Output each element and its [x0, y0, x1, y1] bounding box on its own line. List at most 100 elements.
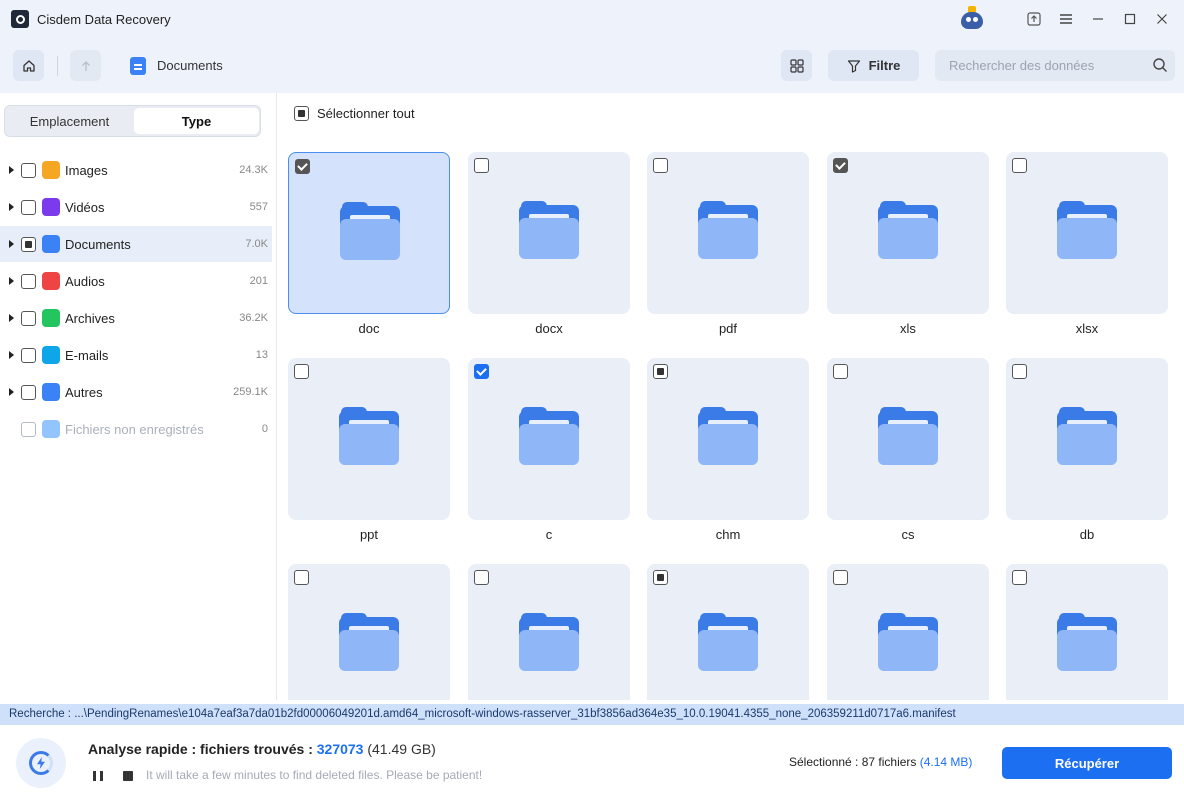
folder-tile[interactable]	[1006, 564, 1168, 700]
expand-arrow-icon[interactable]	[9, 351, 14, 359]
close-icon[interactable]	[1146, 0, 1178, 38]
category-count: 259.1K	[233, 386, 268, 398]
category-checkbox[interactable]	[21, 347, 36, 363]
found-count: 327073	[316, 741, 364, 757]
expand-arrow-icon[interactable]	[9, 314, 14, 322]
folder-tile[interactable]	[827, 152, 989, 314]
home-button[interactable]	[13, 50, 44, 81]
folder-tile[interactable]	[647, 564, 809, 700]
folder-checkbox[interactable]	[1012, 364, 1027, 379]
folder-tile[interactable]	[647, 358, 809, 520]
folder-icon	[698, 613, 758, 671]
folder-checkbox[interactable]	[294, 364, 309, 379]
home-icon	[22, 59, 35, 72]
sidebar-item-image[interactable]: Images 24.3K	[0, 152, 272, 188]
expand-arrow-icon[interactable]	[9, 240, 14, 248]
folder-tile[interactable]	[827, 564, 989, 700]
folder-checkbox[interactable]	[653, 364, 668, 379]
folder-checkbox[interactable]	[1012, 158, 1027, 173]
select-all[interactable]: Sélectionner tout	[294, 106, 415, 121]
mascot-icon[interactable]	[958, 6, 986, 32]
minimize-icon[interactable]	[1082, 0, 1114, 38]
folder-checkbox[interactable]	[653, 158, 668, 173]
archive-icon	[42, 309, 60, 327]
folder-checkbox[interactable]	[833, 570, 848, 585]
folder-icon	[1057, 407, 1117, 465]
sidebar-item-archive[interactable]: Archives 36.2K	[0, 300, 272, 336]
search-input[interactable]	[935, 50, 1175, 81]
expand-arrow-icon[interactable]	[9, 203, 14, 211]
folder-checkbox[interactable]	[294, 570, 309, 585]
folder-checkbox[interactable]	[833, 364, 848, 379]
sidebar-item-music[interactable]: Audios 201	[0, 263, 272, 299]
folder-tile[interactable]	[288, 152, 450, 314]
up-button[interactable]	[70, 50, 101, 81]
folder-tile[interactable]	[468, 564, 630, 700]
folder-tile[interactable]	[288, 564, 450, 700]
folder-tile[interactable]	[468, 358, 630, 520]
sidebar-item-other-files[interactable]: Autres 259.1K	[0, 374, 272, 410]
view-mode-switch: Emplacement Type	[4, 105, 261, 137]
expand-arrow-icon[interactable]	[9, 388, 14, 396]
select-all-label: Sélectionner tout	[317, 106, 415, 121]
app-logo-icon	[11, 10, 29, 28]
filter-button[interactable]: Filtre	[828, 50, 919, 81]
tab-type[interactable]: Type	[134, 108, 259, 134]
category-checkbox[interactable]	[21, 162, 36, 178]
category-checkbox[interactable]	[21, 421, 36, 437]
expand-arrow-icon[interactable]	[9, 277, 14, 285]
folder-icon	[698, 201, 758, 259]
category-count: 557	[249, 201, 268, 213]
document-icon	[130, 57, 146, 75]
sidebar-item-email[interactable]: E-mails 13	[0, 337, 272, 373]
folder-tile[interactable]	[1006, 358, 1168, 520]
grid-view-button[interactable]	[781, 50, 812, 81]
folder-tile[interactable]	[1006, 152, 1168, 314]
sidebar: Emplacement Type Images 24.3K Vidéos 557 Doc…	[0, 93, 277, 700]
menu-icon[interactable]	[1050, 0, 1082, 38]
folder-tile[interactable]	[288, 358, 450, 520]
pause-icon[interactable]	[93, 771, 103, 781]
folder-checkbox[interactable]	[474, 570, 489, 585]
maximize-icon[interactable]	[1114, 0, 1146, 38]
search-icon[interactable]	[1152, 57, 1168, 73]
expand-arrow-icon[interactable]	[9, 166, 14, 174]
folder-checkbox[interactable]	[295, 159, 310, 174]
sidebar-item-unsaved-files[interactable]: Fichiers non enregistrés 0	[0, 411, 272, 447]
folder-icon	[1057, 201, 1117, 259]
selected-count: Sélectionné : 87 fichiers	[789, 755, 920, 769]
sidebar-item-video[interactable]: Vidéos 557	[0, 189, 272, 225]
category-checkbox[interactable]	[21, 384, 36, 400]
video-icon	[42, 198, 60, 216]
folder-tile[interactable]	[827, 358, 989, 520]
folder-label: xls	[900, 321, 916, 336]
folder-checkbox[interactable]	[474, 158, 489, 173]
category-count: 13	[255, 349, 268, 361]
unsaved-files-icon	[42, 420, 60, 438]
folder-checkbox[interactable]	[833, 158, 848, 173]
category-checkbox[interactable]	[21, 199, 36, 215]
file-type-grid: Sélectionner tout doc docx pdf xls xlsx ppt c c…	[277, 93, 1184, 700]
selection-summary: Sélectionné : 87 fichiers (4.14 MB)	[789, 755, 972, 769]
folder-tile[interactable]	[468, 152, 630, 314]
image-icon	[42, 161, 60, 179]
scan-hint: It will take a few minutes to find delet…	[146, 768, 483, 782]
select-all-checkbox[interactable]	[294, 106, 309, 121]
tab-location[interactable]: Emplacement	[7, 108, 132, 134]
folder-tile[interactable]	[647, 152, 809, 314]
stop-icon[interactable]	[123, 771, 133, 781]
recover-button[interactable]: Récupérer	[1002, 747, 1172, 779]
arrow-up-icon	[81, 60, 90, 71]
category-checkbox[interactable]	[21, 310, 36, 326]
category-checkbox[interactable]	[21, 236, 36, 252]
folder-checkbox[interactable]	[653, 570, 668, 585]
category-count: 24.3K	[239, 164, 268, 176]
sidebar-item-document[interactable]: Documents 7.0K	[0, 226, 272, 262]
upload-icon[interactable]	[1018, 0, 1050, 38]
folder-checkbox[interactable]	[1012, 570, 1027, 585]
email-icon	[42, 346, 60, 364]
category-label: E-mails	[65, 347, 109, 363]
folder-icon	[339, 407, 399, 465]
category-checkbox[interactable]	[21, 273, 36, 289]
folder-checkbox[interactable]	[474, 364, 489, 379]
